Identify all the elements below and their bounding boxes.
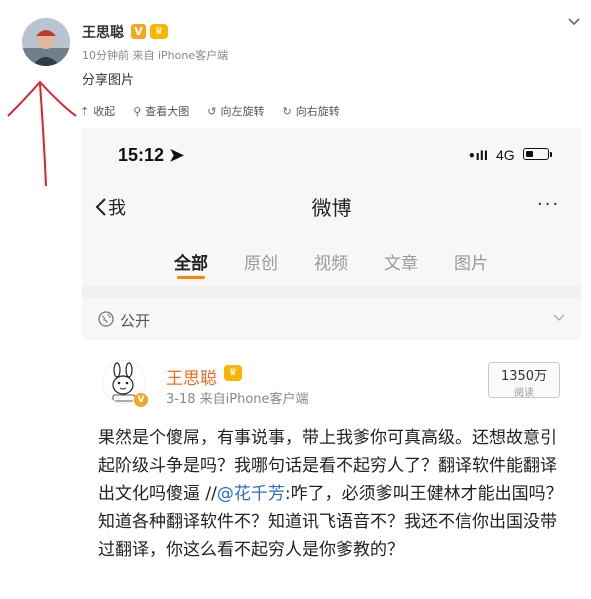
battery-tip — [550, 152, 552, 157]
privacy-label: 公开 — [120, 312, 151, 330]
rotate-right-label: 向右旋转 — [295, 105, 340, 118]
tab-article[interactable]: 文章 — [384, 249, 418, 274]
post-text: 分享图片 — [82, 73, 135, 88]
collapse-icon: ⇡ — [80, 104, 90, 118]
vip-crown-icon: ♛ — [150, 24, 168, 39]
author-name[interactable]: 王思聪 — [82, 22, 124, 42]
rotate-left-label: 向左旋转 — [220, 105, 265, 118]
collapse-label: 收起 — [93, 105, 116, 118]
verified-v-badge: V — [131, 24, 146, 39]
shared-image[interactable]: 15:12 ➤ •ıll 4G 我 微博 ··· 全部 原创 视频 文章 图片 … — [82, 128, 581, 599]
author-avatar[interactable] — [22, 18, 70, 66]
tab-image[interactable]: 图片 — [454, 249, 488, 274]
active-tab-indicator — [177, 276, 205, 279]
chevron-down-icon[interactable] — [552, 311, 566, 325]
reads-label: 阅读 — [514, 388, 534, 399]
reads-badge: 1350万 阅读 — [488, 362, 560, 399]
more-icon[interactable]: ··· — [537, 194, 560, 215]
privacy-bar[interactable] — [82, 298, 581, 340]
annotation-arrow-icon — [7, 80, 77, 187]
rotate-left-button[interactable]: ↺ 向左旋转 — [207, 103, 264, 119]
image-toolbar: ⇡ 收起 ⚲ 查看大图 ↺ 向左旋转 ↻ 向右旋转 — [80, 102, 358, 120]
rotate-right-button[interactable]: ↻ 向右旋转 — [283, 103, 340, 119]
view-large-button[interactable]: ⚲ 查看大图 — [133, 103, 189, 119]
card-body-text: 果然是个傻屌，有事说事，带上我爹你可真高级。还想故意引起阶级斗争是吗？我哪句话是… — [98, 428, 563, 560]
card-author-name[interactable]: 王思聪 — [166, 364, 217, 389]
divider — [82, 286, 581, 298]
signal-icon: •ıll — [468, 149, 489, 163]
tab-video[interactable]: 视频 — [314, 249, 348, 274]
zoom-icon: ⚲ — [133, 104, 142, 118]
status-time: 15:12 ➤ — [118, 145, 185, 165]
rotate-left-icon: ↺ — [207, 104, 217, 118]
battery-icon — [523, 148, 549, 160]
reads-count: 1350万 — [500, 369, 548, 384]
mention-link[interactable]: @花千芳 — [217, 484, 285, 504]
globe-icon — [98, 311, 114, 327]
view-large-label: 查看大图 — [145, 105, 190, 118]
tab-all[interactable]: 全部 — [174, 249, 208, 274]
network-label: 4G — [496, 147, 515, 163]
vip-crown-icon: ♛ — [224, 365, 242, 381]
card-meta: 3-18 来自iPhone客户端 — [166, 392, 309, 407]
post-meta: 10分钟前 来自 iPhone客户端 — [82, 49, 229, 62]
chevron-down-icon[interactable] — [566, 14, 582, 30]
tab-original[interactable]: 原创 — [244, 249, 278, 274]
rotate-right-icon: ↻ — [282, 104, 292, 118]
collapse-button[interactable]: ⇡ 收起 — [80, 103, 115, 119]
nav-title: 微博 — [311, 196, 352, 220]
verified-v-badge: V — [134, 393, 148, 407]
